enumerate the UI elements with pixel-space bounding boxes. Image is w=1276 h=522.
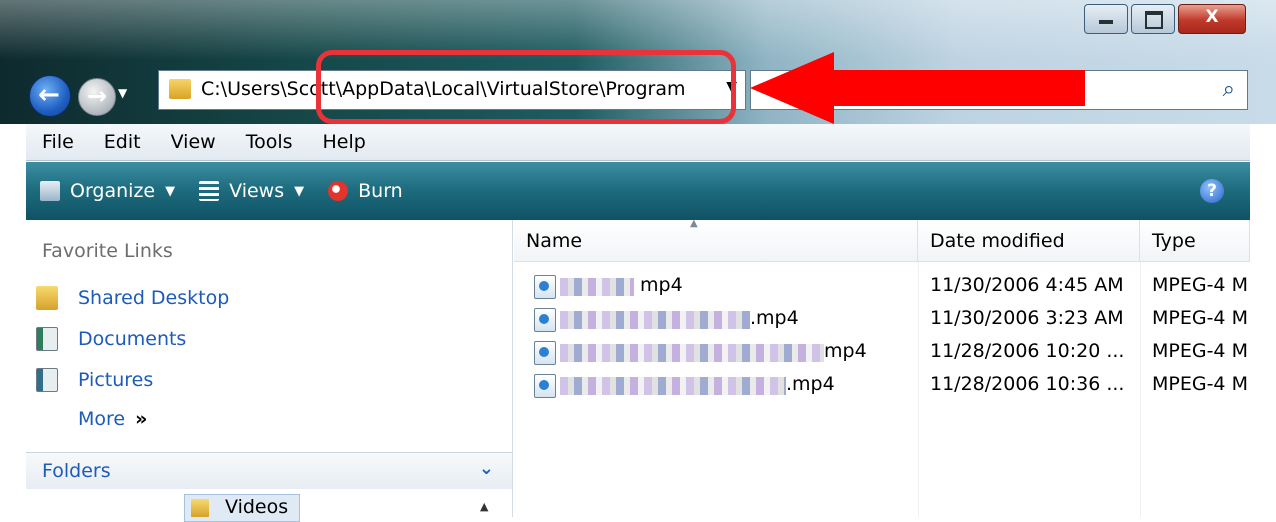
video-file-icon [534, 374, 556, 398]
column-label: Name [526, 230, 583, 252]
burn-disc-icon [328, 181, 349, 201]
file-type: MPEG-4 M [1152, 340, 1248, 362]
double-chevron-icon: » [135, 408, 148, 430]
views-button[interactable]: Views ▼ [199, 180, 304, 202]
annotation-arrow-head [750, 52, 834, 124]
annotation-arrow-shaft [832, 70, 1085, 106]
pictures-icon [36, 368, 58, 392]
chevron-down-icon: ▼ [294, 183, 305, 199]
favorite-label: Pictures [78, 369, 154, 391]
video-file-icon [534, 341, 556, 365]
column-header-type[interactable]: Type [1140, 220, 1250, 262]
forward-arrow-icon: → [87, 82, 108, 110]
burn-button[interactable]: Burn [328, 180, 403, 202]
menu-help[interactable]: Help [323, 131, 366, 153]
favorite-documents[interactable]: Documents [36, 327, 186, 351]
menu-edit[interactable]: Edit [104, 131, 141, 153]
file-date: 11/28/2006 10:36 ... [930, 373, 1125, 395]
file-list: ▲ Name Date modified Type mp4 11/30/2006… [514, 218, 1250, 517]
folder-icon [169, 79, 191, 99]
folders-bar[interactable]: Folders ⌄ [26, 452, 512, 489]
favorite-label: Shared Desktop [78, 287, 230, 309]
blurred-filename [560, 311, 750, 329]
column-label: Date modified [930, 230, 1065, 252]
back-button[interactable]: ← [29, 75, 71, 117]
menu-bar: File Edit View Tools Help [26, 124, 1250, 161]
file-name: .mp4 [786, 373, 835, 395]
column-header-date-modified[interactable]: Date modified [918, 220, 1140, 262]
help-icon[interactable]: ? [1200, 179, 1224, 203]
window-controls: X [1081, 4, 1246, 34]
menu-view[interactable]: View [171, 131, 216, 153]
more-link[interactable]: More » [78, 408, 147, 430]
menu-file[interactable]: File [42, 131, 74, 153]
file-date: 11/30/2006 3:23 AM [930, 307, 1124, 329]
scroll-up-icon[interactable]: ▲ [480, 500, 488, 513]
favorite-label: Documents [78, 328, 187, 350]
annotation-highlight-box [316, 50, 736, 124]
file-date: 11/28/2006 10:20 ... [930, 340, 1125, 362]
views-icon [199, 181, 220, 201]
forward-button[interactable]: → [78, 78, 116, 116]
blurred-filename [560, 278, 634, 296]
file-date: 11/30/2006 4:45 AM [930, 274, 1124, 296]
folder-icon [36, 286, 58, 310]
menu-tools[interactable]: Tools [246, 131, 293, 153]
organize-icon [40, 181, 60, 201]
views-label: Views [229, 180, 285, 202]
burn-label: Burn [358, 180, 403, 202]
organize-label: Organize [70, 180, 156, 202]
file-type: MPEG-4 M [1152, 307, 1248, 329]
navigation-pane: Favorite Links Shared Desktop Documents … [26, 220, 513, 522]
recent-pages-dropdown-icon[interactable]: ▼ [118, 86, 127, 100]
table-row[interactable]: mp4 11/30/2006 4:45 AM MPEG-4 M [514, 272, 1250, 302]
minimize-icon [1099, 20, 1113, 24]
table-row[interactable]: mp4 11/28/2006 10:20 ... MPEG-4 M [514, 338, 1250, 368]
documents-icon [36, 327, 58, 351]
file-name: .mp4 [750, 307, 799, 329]
folders-label: Folders [42, 460, 111, 482]
folder-icon [191, 499, 209, 517]
video-file-icon [534, 308, 556, 332]
column-header-name[interactable]: ▲ Name [514, 218, 918, 262]
video-file-icon [534, 275, 556, 299]
command-toolbar: Organize ▼ Views ▼ Burn ? [26, 162, 1250, 220]
minimize-button[interactable] [1084, 4, 1128, 34]
maximize-button[interactable] [1131, 4, 1175, 34]
favorite-shared-desktop[interactable]: Shared Desktop [36, 286, 229, 310]
favorite-pictures[interactable]: Pictures [36, 368, 153, 392]
tree-item-videos[interactable]: Videos [184, 494, 300, 522]
more-label: More [78, 408, 126, 430]
organize-button[interactable]: Organize ▼ [40, 180, 175, 202]
blurred-filename [560, 377, 786, 395]
file-type: MPEG-4 M [1152, 274, 1248, 296]
search-icon[interactable]: ⌕ [1223, 77, 1235, 102]
file-name: mp4 [640, 274, 683, 296]
column-label: Type [1152, 230, 1196, 252]
sort-ascending-icon: ▲ [690, 218, 698, 229]
table-row[interactable]: .mp4 11/30/2006 3:23 AM MPEG-4 M [514, 305, 1250, 335]
tree-item-label: Videos [225, 496, 289, 518]
back-arrow-icon: ← [38, 80, 60, 110]
table-row[interactable]: .mp4 11/28/2006 10:36 ... MPEG-4 M [514, 371, 1250, 401]
close-button[interactable]: X [1178, 4, 1246, 34]
favorite-links-heading: Favorite Links [42, 240, 173, 262]
close-icon: X [1205, 7, 1219, 27]
maximize-icon [1145, 11, 1163, 29]
blurred-filename [560, 344, 824, 362]
file-name: mp4 [824, 340, 867, 362]
chevron-down-icon: ▼ [165, 183, 176, 199]
file-type: MPEG-4 M [1152, 373, 1248, 395]
chevron-down-icon[interactable]: ⌄ [479, 458, 494, 479]
